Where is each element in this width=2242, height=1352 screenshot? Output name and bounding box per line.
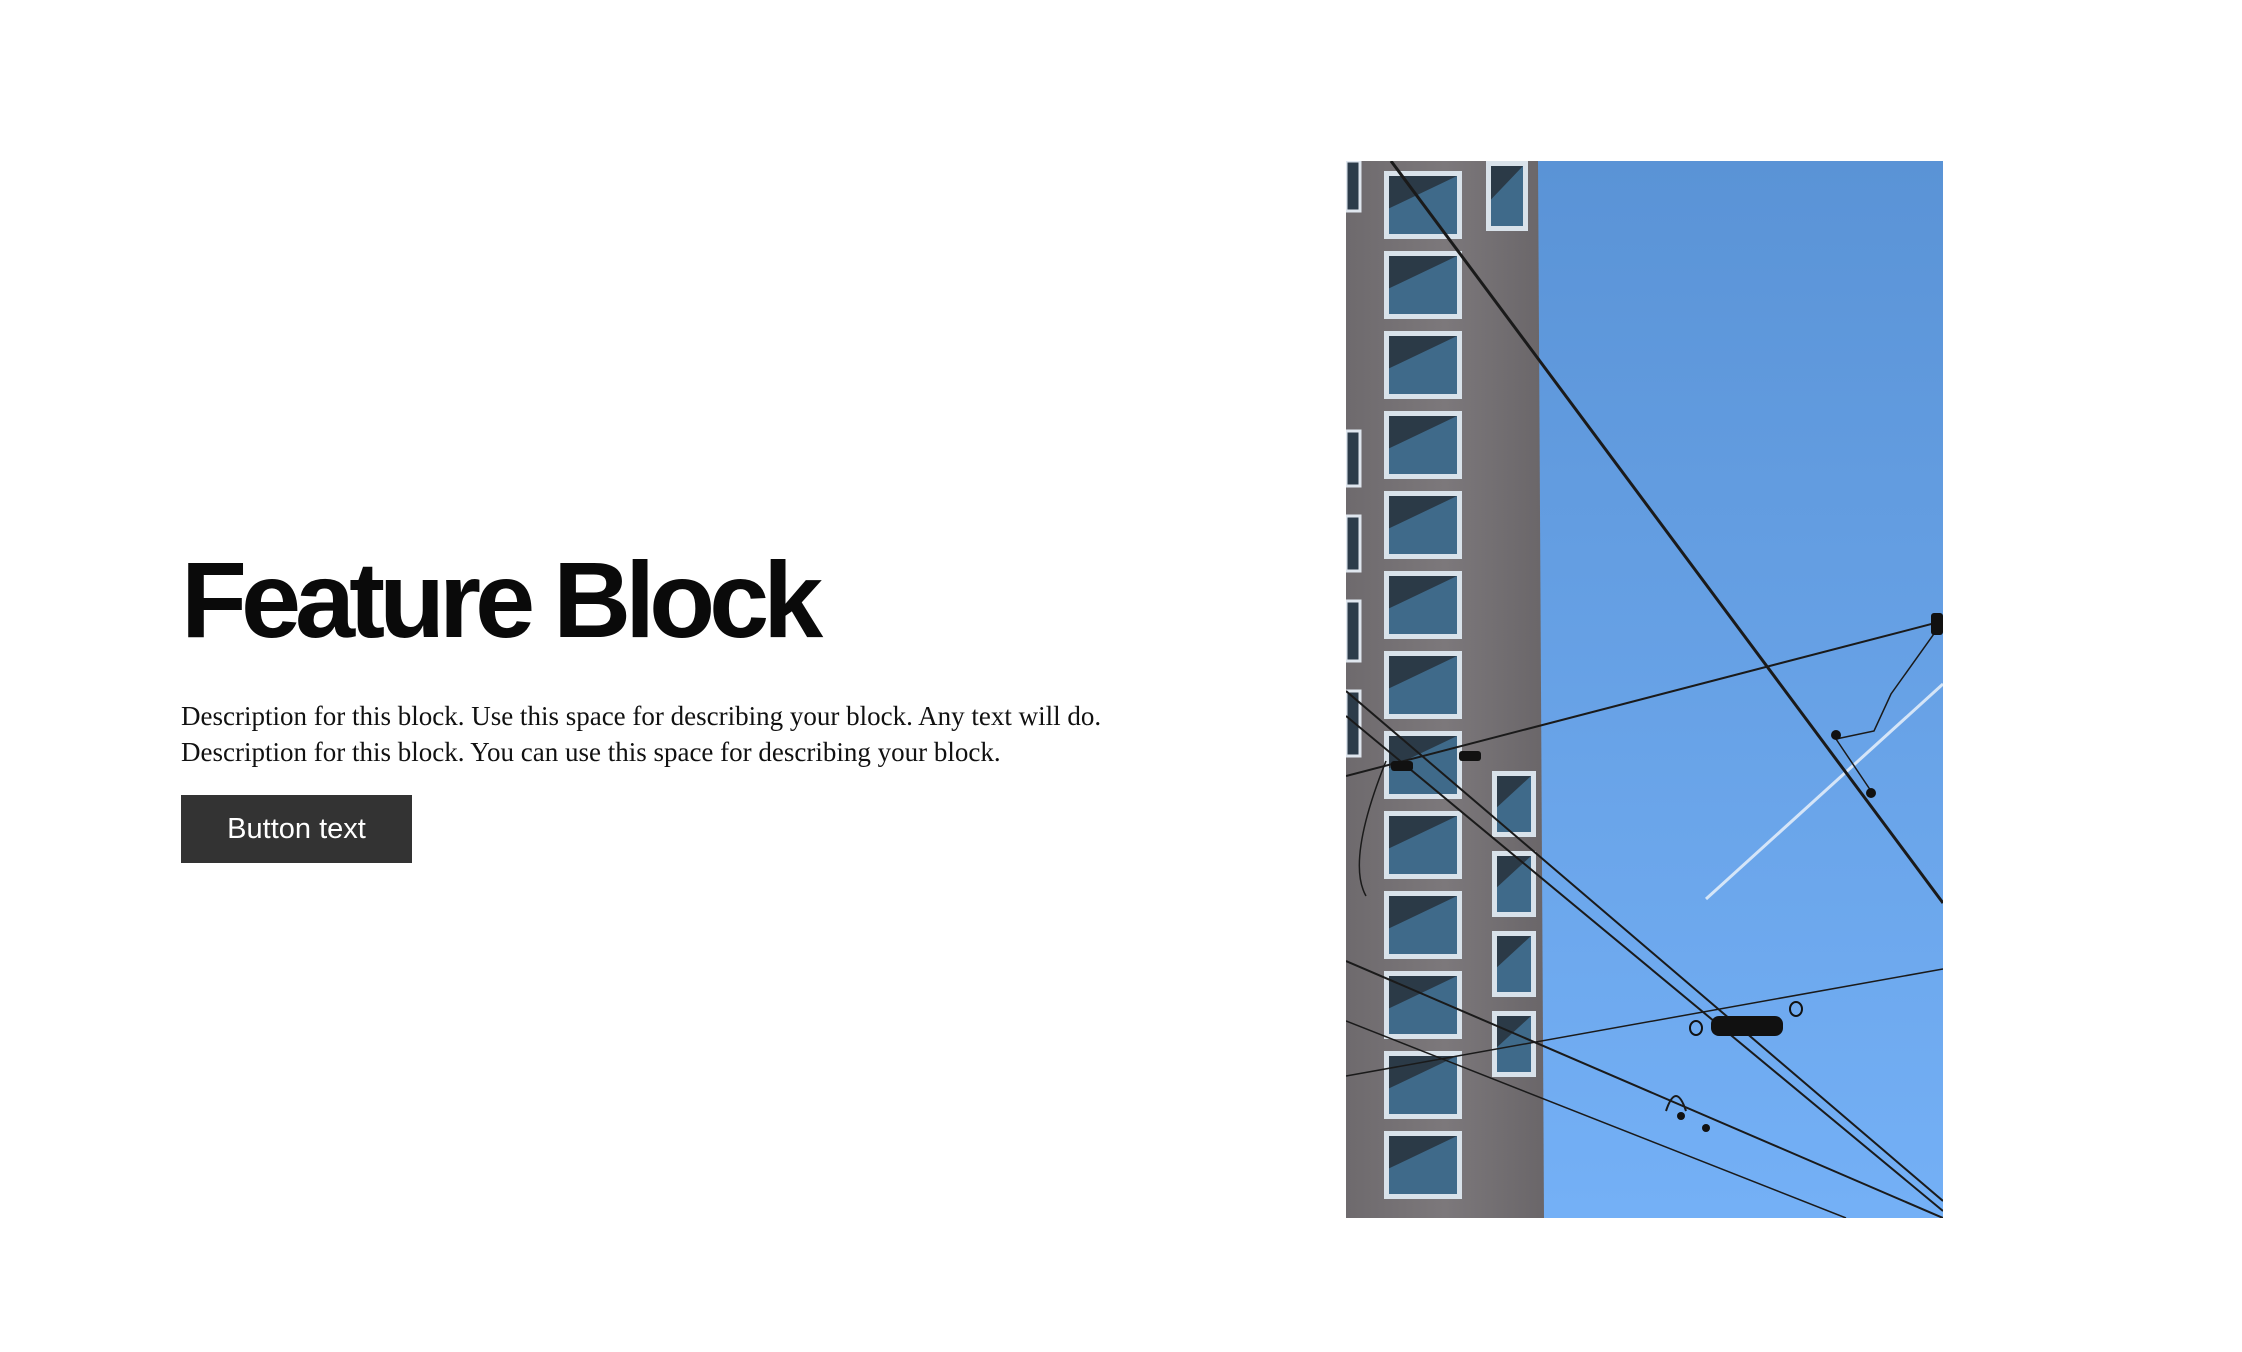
building-wires-photo [1346,161,1943,1218]
feature-content: Feature Block Description for this block… [181,540,1121,863]
feature-block-page: Feature Block Description for this block… [0,0,2242,1352]
feature-image [1346,161,1943,1218]
feature-description: Description for this block. Use this spa… [181,701,1102,767]
feature-title: Feature Block [181,539,823,660]
cta-button[interactable]: Button text [181,795,412,863]
